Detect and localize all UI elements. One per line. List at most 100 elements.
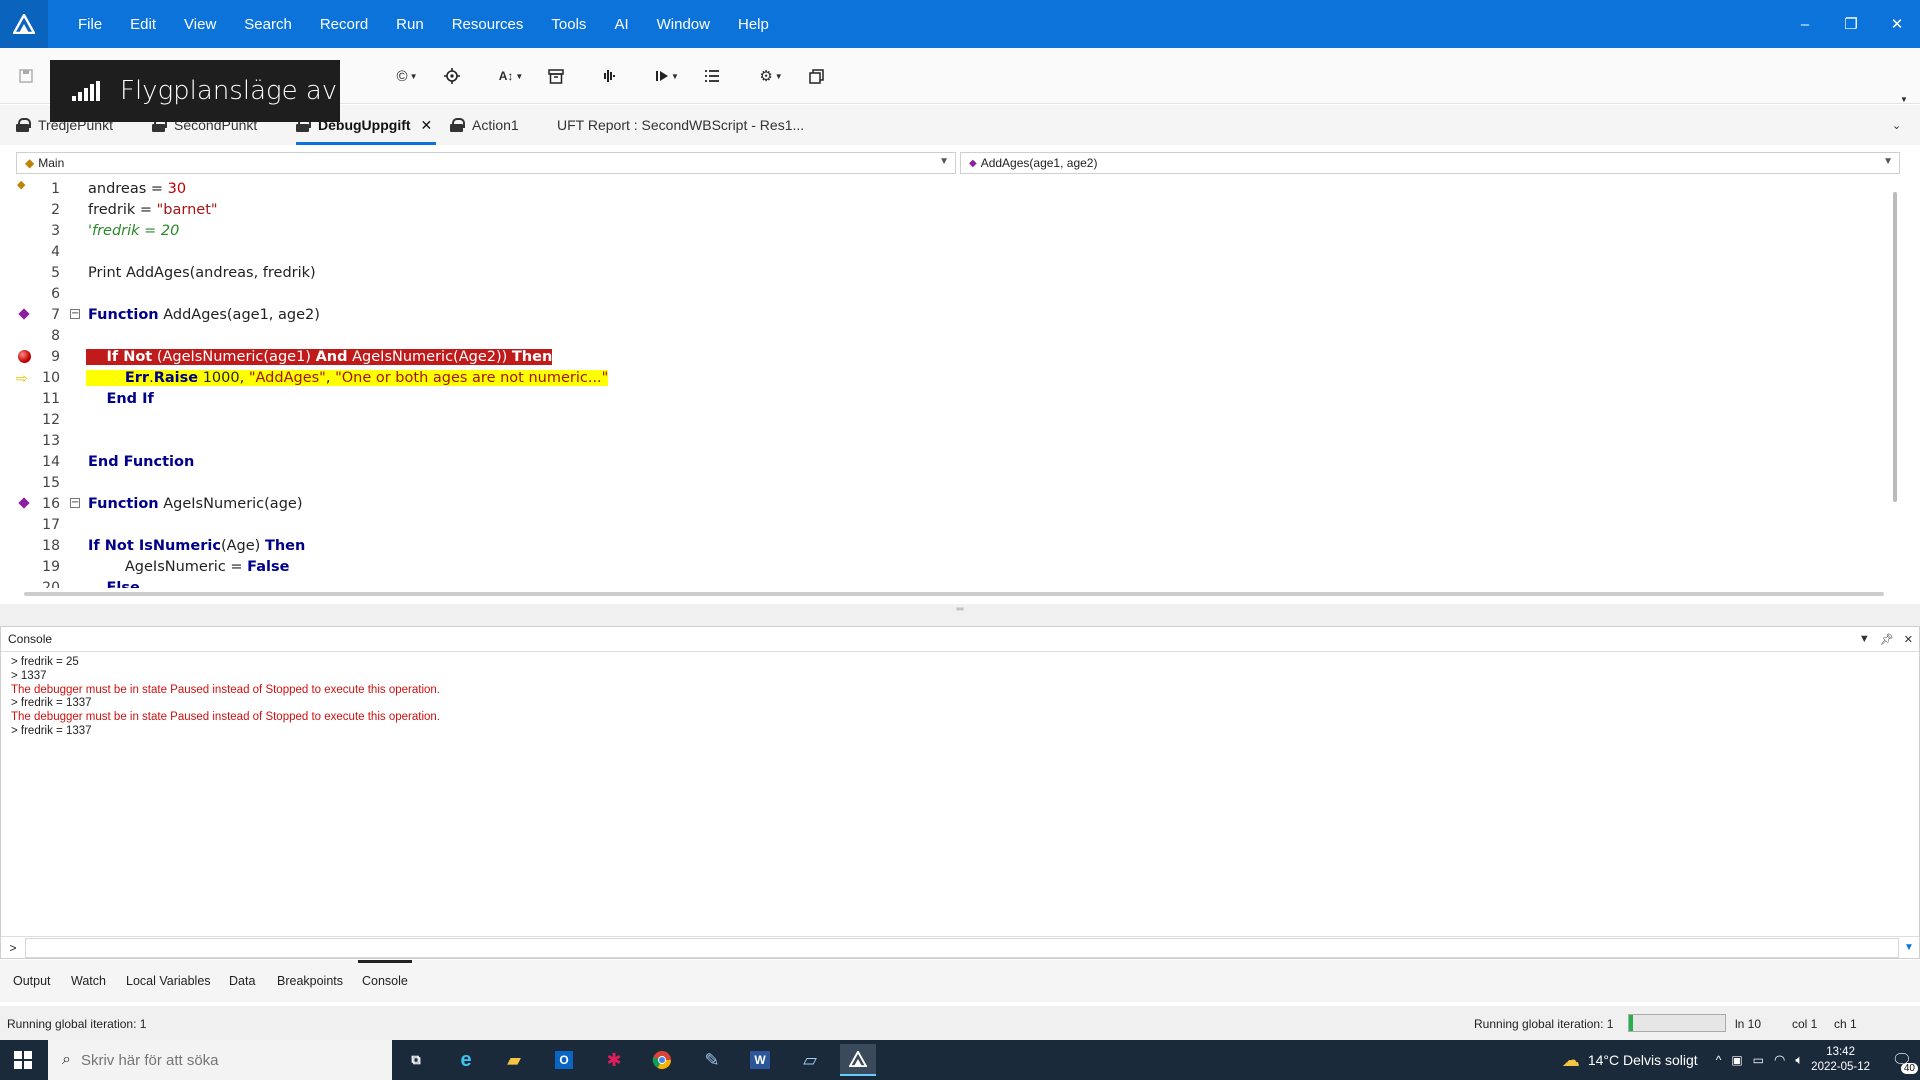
menu-ai[interactable]: AI [600, 16, 642, 33]
line-number: 4 [51, 243, 60, 260]
uft-taskbar-icon[interactable] [840, 1044, 876, 1076]
code-text: End If [106, 390, 154, 407]
editor-horizontal-scrollbar[interactable] [24, 590, 1884, 598]
list-icon[interactable] [700, 65, 724, 87]
volume-icon[interactable]: 🔈︎ [1795, 1052, 1803, 1068]
archive-icon[interactable] [544, 65, 568, 87]
gutter[interactable]: ⇨ [14, 367, 36, 388]
gutter[interactable] [14, 199, 36, 220]
menu-run[interactable]: Run [382, 16, 438, 33]
tab-local-variables[interactable]: Local Variables [126, 974, 211, 988]
gutter[interactable] [14, 262, 36, 283]
object-spy-icon[interactable]: © ▼ [390, 65, 424, 87]
battery-icon[interactable]: ▭ [1753, 1053, 1764, 1067]
menu-resources[interactable]: Resources [438, 16, 538, 33]
edge-icon[interactable]: e [448, 1044, 484, 1076]
menu-file[interactable]: File [64, 16, 116, 33]
waveform-icon[interactable] [596, 65, 620, 87]
taskbar-search-input[interactable] [80, 1051, 361, 1069]
paint-app-icon[interactable]: ✎ [694, 1044, 730, 1076]
editor-vertical-scrollbar[interactable] [1890, 178, 1900, 588]
function-selector[interactable]: ◆ AddAges(age1, age2) ▼ [960, 152, 1900, 174]
close-tab-icon[interactable]: ✕ [421, 117, 433, 134]
checkpoint-icon[interactable]: A↕ ▼ [494, 65, 528, 87]
outlook-icon[interactable]: O [546, 1044, 582, 1076]
gutter[interactable]: ◆ [14, 178, 36, 199]
collapse-icon[interactable]: − [70, 309, 80, 319]
gutter[interactable] [14, 388, 36, 409]
save-icon[interactable] [14, 65, 38, 87]
gutter[interactable] [14, 430, 36, 451]
notepad-icon[interactable]: ▱ [792, 1044, 828, 1076]
crosshair-icon[interactable] [440, 65, 464, 87]
panel-menu-icon[interactable]: ▼ [1859, 633, 1870, 646]
breakpoint-icon[interactable] [18, 350, 31, 363]
restore-button[interactable]: ❐ [1828, 15, 1874, 33]
chevron-down-icon[interactable]: ▼ [1899, 942, 1919, 953]
wifi-icon[interactable]: ◠ [1774, 1052, 1785, 1068]
collapse-icon[interactable]: − [70, 498, 80, 508]
tabs-overflow-icon[interactable]: ⌄ [1892, 105, 1901, 145]
tab-uft-report[interactable]: UFT Report : SecondWBScript - Res1... [557, 105, 804, 145]
line-number: 19 [42, 558, 60, 575]
network-status-icon[interactable]: ▣ [1731, 1053, 1742, 1067]
gutter[interactable] [14, 325, 36, 346]
close-panel-icon[interactable]: ✕ [1904, 633, 1913, 646]
window-layout-icon[interactable] [804, 65, 828, 87]
menu-tools[interactable]: Tools [537, 16, 600, 33]
console-input[interactable] [25, 937, 1899, 958]
tray-expand-icon[interactable]: ^ [1716, 1053, 1722, 1067]
code-line: 2 fredrik = "barnet" [14, 199, 1884, 220]
console-line: > fredrik = 25 [11, 656, 79, 668]
settings-gear-icon[interactable]: ⚙ ▼ [754, 65, 788, 87]
tab-output[interactable]: Output [13, 974, 51, 988]
code-text: fredrik = "barnet" [88, 201, 218, 218]
windows-taskbar: ⌕ ⧉ e ▰ O ✱ ✎ W ▱ ☁ 14°C Delvis soligt ^… [0, 1040, 1920, 1080]
scope-selector[interactable]: ◆ Main ▼ [16, 152, 956, 174]
panel-splitter[interactable]: ═ [0, 604, 1920, 626]
close-window-button[interactable]: ✕ [1874, 15, 1920, 33]
weather-text[interactable]: 14°C Delvis soligt [1588, 1052, 1698, 1068]
gutter[interactable] [14, 409, 36, 430]
gutter[interactable] [14, 220, 36, 241]
word-icon[interactable]: W [742, 1044, 778, 1076]
gutter[interactable] [14, 556, 36, 577]
file-explorer-icon[interactable]: ▰ [496, 1044, 532, 1076]
gutter[interactable] [14, 535, 36, 556]
task-view-icon[interactable]: ⧉ [398, 1044, 434, 1076]
taskbar-search[interactable]: ⌕ [48, 1040, 392, 1080]
clock[interactable]: 13:42 2022-05-12 [1811, 1045, 1870, 1075]
slack-icon[interactable]: ✱ [596, 1044, 632, 1076]
console-title: Console [8, 632, 53, 646]
menu-search[interactable]: Search [230, 16, 306, 33]
menu-record[interactable]: Record [306, 16, 382, 33]
uft-logo-icon[interactable] [0, 0, 48, 48]
gutter[interactable] [14, 472, 36, 493]
gutter[interactable] [14, 283, 36, 304]
tab-watch[interactable]: Watch [71, 974, 106, 988]
pin-icon[interactable]: 📌︎ [1880, 633, 1894, 646]
tab-console[interactable]: Console [358, 960, 412, 988]
menu-help[interactable]: Help [724, 16, 783, 33]
gutter[interactable] [14, 304, 36, 325]
gutter[interactable] [14, 451, 36, 472]
tab-breakpoints[interactable]: Breakpoints [277, 974, 343, 988]
gutter[interactable] [14, 493, 36, 514]
gutter[interactable] [14, 577, 36, 588]
menu-view[interactable]: View [170, 16, 230, 33]
menu-window[interactable]: Window [643, 16, 724, 33]
gutter[interactable] [14, 241, 36, 262]
code-line: 3 'fredrik = 20 [14, 220, 1884, 241]
chrome-icon[interactable] [644, 1044, 680, 1076]
minimize-button[interactable]: – [1782, 16, 1828, 33]
tab-action1[interactable]: Action1 [450, 105, 519, 145]
code-area[interactable]: ◆ 1 andreas = 30 2 fredrik = "barnet" 3 … [14, 178, 1886, 588]
notification-center-icon[interactable]: 🗨︎ 40 [1884, 1040, 1920, 1080]
weather-icon[interactable]: ☁ [1562, 1050, 1580, 1071]
gutter[interactable] [14, 514, 36, 535]
run-step-icon[interactable]: ▼ [650, 65, 684, 87]
windows-start-icon[interactable] [0, 1040, 46, 1080]
tab-data[interactable]: Data [229, 974, 255, 988]
gutter[interactable] [14, 346, 36, 367]
menu-edit[interactable]: Edit [116, 16, 170, 33]
